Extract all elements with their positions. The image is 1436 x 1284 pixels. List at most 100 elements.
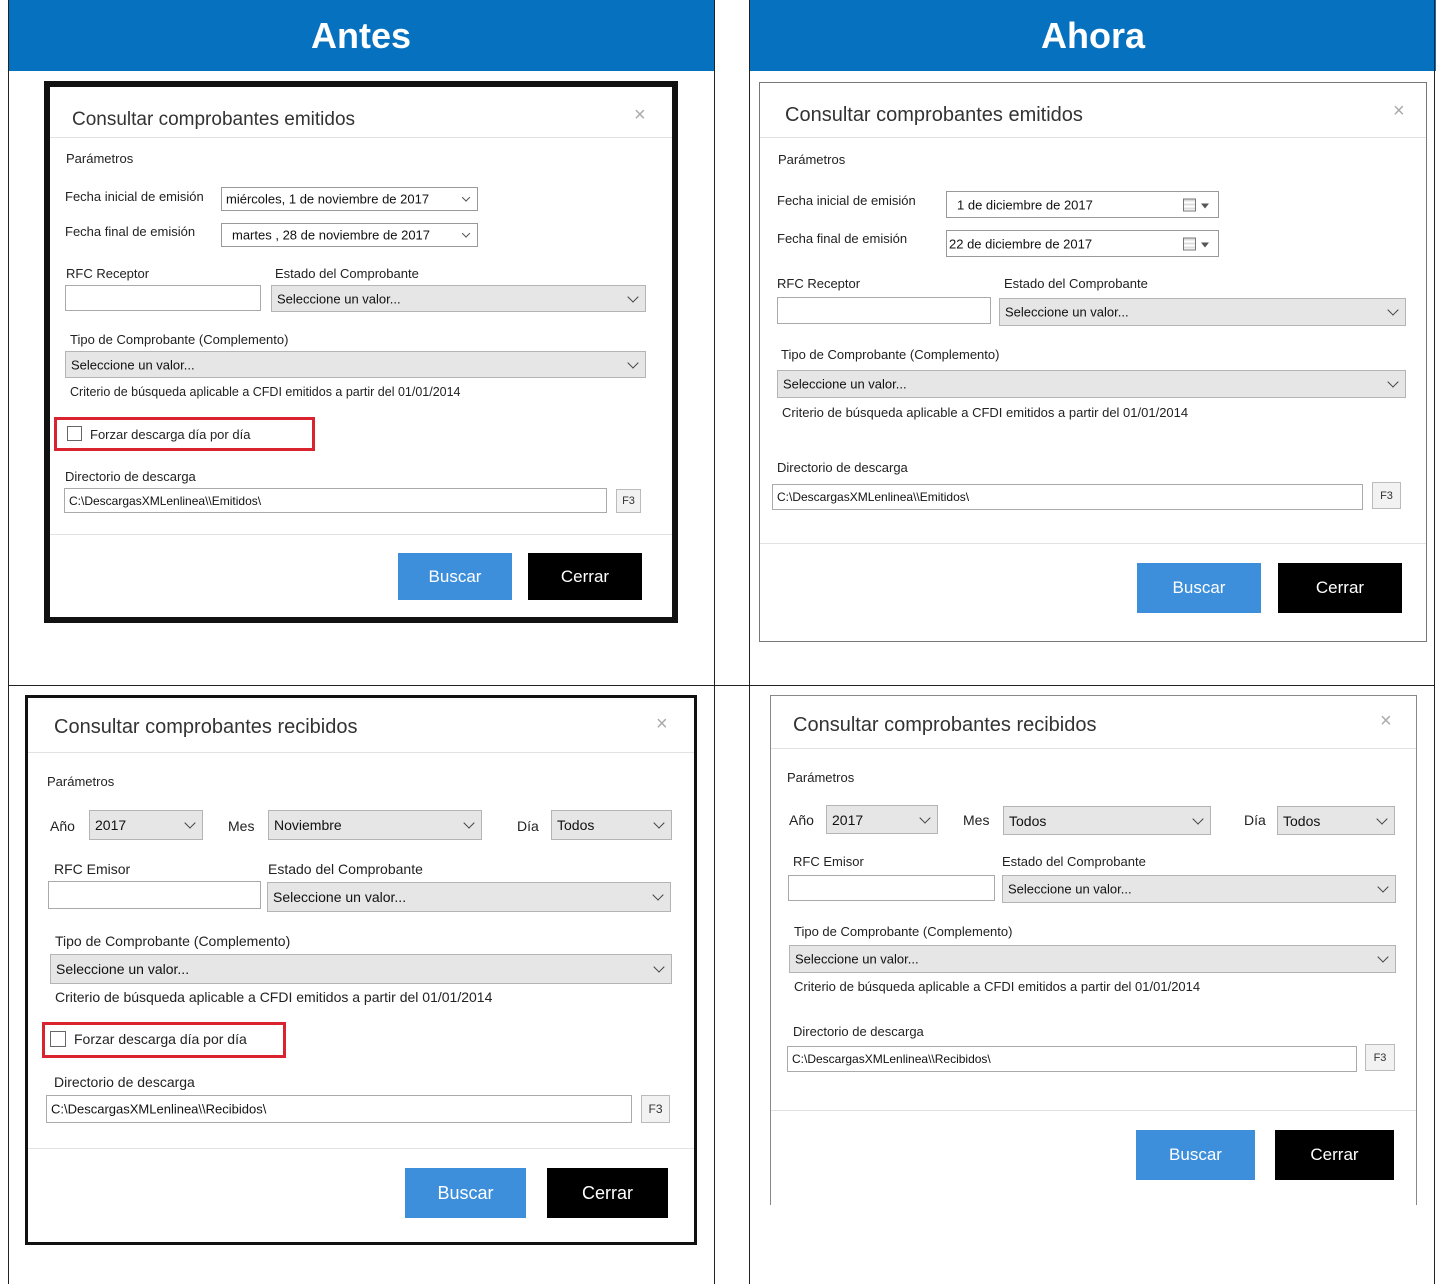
criterio-text: Criterio de búsqueda aplicable a CFDI em… [55,989,493,1005]
estado-value: Seleccione un valor... [1005,304,1129,320]
rfc-emisor-input[interactable] [788,875,995,901]
f3-button[interactable]: F3 [1372,482,1401,509]
close-icon[interactable]: × [656,714,668,734]
directorio-label: Directorio de descarga [793,1024,924,1039]
mes-label: Mes [228,818,255,834]
tipo-select[interactable]: Seleccione un valor... [50,954,672,984]
tipo-value: Seleccione un valor... [783,376,907,392]
buscar-button[interactable]: Buscar [405,1168,526,1218]
mes-select[interactable]: Noviembre [268,810,482,840]
fecha-final-value: 22 de diciembre de 2017 [949,236,1093,251]
forzar-checkbox[interactable] [50,1031,66,1047]
estado-select[interactable]: Seleccione un valor... [1002,875,1396,903]
tipo-value: Seleccione un valor... [795,951,919,967]
dialog-emitidos-antes: Consultar comprobantes emitidos × Paráme… [44,81,678,623]
dia-select[interactable]: Todos [551,810,672,840]
close-icon[interactable]: × [634,105,646,125]
title-separator [771,748,1416,749]
rfc-emisor-input[interactable] [48,881,261,909]
directorio-label: Directorio de descarga [65,469,196,484]
table-border-mid-right [749,0,750,1284]
dia-label: Día [517,818,539,834]
params-label: Parámetros [47,774,115,789]
caret-down-icon [1201,203,1209,208]
rfc-emisor-label: RFC Emisor [54,861,131,877]
chevron-down-icon [461,193,471,202]
rfc-emisor-label: RFC Emisor [793,854,864,869]
close-icon[interactable]: × [1380,711,1392,731]
fecha-final-value: martes , 28 de noviembre de 2017 [232,227,431,243]
table-border-left [8,0,9,1284]
estado-select[interactable]: Seleccione un valor... [271,285,646,312]
cerrar-button[interactable]: Cerrar [528,553,642,600]
rfc-receptor-input[interactable] [65,285,261,311]
tipo-label: Tipo de Comprobante (Complemento) [781,347,1000,362]
mes-select[interactable]: Todos [1003,806,1211,835]
chevron-down-icon [1377,881,1389,893]
directorio-input[interactable]: C:\DescargasXMLenlinea\\Recibidos\ [787,1046,1357,1072]
params-label: Parámetros [66,151,134,166]
estado-label: Estado del Comprobante [1002,854,1146,869]
close-icon[interactable]: × [1393,101,1405,121]
cerrar-button[interactable]: Cerrar [1278,563,1402,613]
directorio-value: C:\DescargasXMLenlinea\\Emitidos\ [777,490,970,504]
directorio-input[interactable]: C:\DescargasXMLenlinea\\Emitidos\ [64,488,607,513]
cerrar-button[interactable]: Cerrar [1275,1130,1394,1180]
dialog-title: Consultar comprobantes recibidos [54,716,358,738]
anio-select[interactable]: 2017 [89,810,203,840]
estado-label: Estado del Comprobante [275,266,419,281]
anio-value: 2017 [832,811,864,828]
fecha-inicial-picker[interactable]: 1 de diciembre de 2017 [946,191,1219,218]
tipo-select[interactable]: Seleccione un valor... [789,945,1396,973]
estado-label: Estado del Comprobante [268,861,423,877]
criterio-text: Criterio de búsqueda aplicable a CFDI em… [782,405,1189,420]
estado-value: Seleccione un valor... [277,291,401,306]
dialog-emitidos-ahora: Consultar comprobantes emitidos × Paráme… [759,82,1427,642]
f3-button[interactable]: F3 [641,1095,670,1123]
directorio-value: C:\DescargasXMLenlinea\\Recibidos\ [792,1052,991,1066]
calendar-icon [1183,198,1196,211]
fecha-inicial-value: miércoles, 1 de noviembre de 2017 [226,191,430,207]
tipo-value: Seleccione un valor... [71,357,195,372]
chevron-down-icon [653,961,665,973]
buscar-button[interactable]: Buscar [398,553,512,600]
estado-select[interactable]: Seleccione un valor... [267,882,671,912]
buscar-button[interactable]: Buscar [1137,563,1261,613]
estado-label: Estado del Comprobante [1004,276,1148,291]
criterio-text: Criterio de búsqueda aplicable a CFDI em… [794,979,1201,994]
anio-select[interactable]: 2017 [826,805,938,834]
directorio-label: Directorio de descarga [777,460,908,475]
chevron-down-icon [1376,812,1388,825]
buscar-button[interactable]: Buscar [1136,1130,1255,1180]
dia-select[interactable]: Todos [1277,806,1395,835]
chevron-down-icon [627,356,639,369]
estado-select[interactable]: Seleccione un valor... [999,298,1406,326]
fecha-inicial-label: Fecha inicial de emisión [65,189,204,204]
mes-value: Todos [1009,812,1047,829]
f3-button[interactable]: F3 [616,489,641,513]
tipo-label: Tipo de Comprobante (Complemento) [55,933,291,949]
f3-button[interactable]: F3 [1365,1044,1395,1071]
tipo-select[interactable]: Seleccione un valor... [65,351,646,378]
params-label: Parámetros [787,770,855,785]
directorio-input[interactable]: C:\DescargasXMLenlinea\\Recibidos\ [46,1095,632,1123]
forzar-checkbox[interactable] [67,426,82,441]
mes-label: Mes [963,812,990,828]
tipo-value: Seleccione un valor... [56,961,190,977]
tipo-select[interactable]: Seleccione un valor... [777,370,1406,398]
footer-separator [771,1110,1416,1111]
chevron-down-icon [463,817,475,829]
dia-value: Todos [557,817,595,833]
fecha-final-picker[interactable]: martes , 28 de noviembre de 2017 [221,223,478,247]
fecha-final-picker[interactable]: 22 de diciembre de 2017 [946,230,1219,257]
directorio-value: C:\DescargasXMLenlinea\\Emitidos\ [69,493,262,508]
calendar-icon [1183,237,1196,250]
directorio-input[interactable]: C:\DescargasXMLenlinea\\Emitidos\ [772,484,1363,510]
rfc-receptor-input[interactable] [777,297,991,324]
header-antes: Antes [8,0,714,71]
cerrar-button[interactable]: Cerrar [547,1168,668,1218]
tipo-label: Tipo de Comprobante (Complemento) [794,924,1013,939]
fecha-inicial-picker[interactable]: miércoles, 1 de noviembre de 2017 [221,187,478,211]
chevron-down-icon [919,811,931,824]
dialog-recibidos-antes: Consultar comprobantes recibidos × Parám… [25,695,697,1245]
